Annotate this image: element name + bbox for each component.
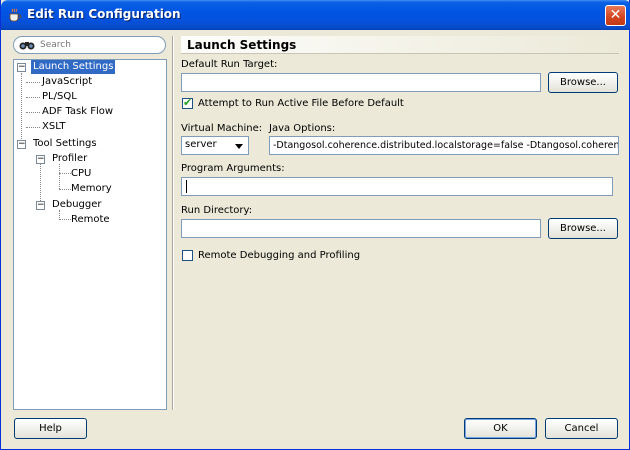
remote-debug-label: Remote Debugging and Profiling xyxy=(198,250,361,261)
close-button[interactable]: ✕ xyxy=(605,5,626,26)
default-run-target-field[interactable] xyxy=(181,73,541,92)
run-directory-label: Run Directory: xyxy=(181,205,253,216)
attempt-run-checkbox[interactable]: ✔ xyxy=(182,96,193,109)
binoculars-icon xyxy=(19,42,35,50)
checkmark-icon: ✔ xyxy=(183,96,193,109)
panel-splitter[interactable] xyxy=(172,36,174,410)
dropdown-arrow-icon xyxy=(235,144,243,149)
collapse-icon[interactable]: − xyxy=(36,155,45,164)
program-arguments-label: Program Arguments: xyxy=(181,163,285,174)
tree-item-label: Launch Settings xyxy=(31,60,116,74)
tree-line xyxy=(40,164,41,205)
ok-button[interactable]: OK xyxy=(464,418,537,439)
tree-line xyxy=(26,97,40,98)
cancel-button[interactable]: Cancel xyxy=(545,418,618,439)
browse-run-directory-button[interactable]: Browse... xyxy=(548,218,618,239)
edit-run-configuration-dialog: Edit Run Configuration ✕ − Launch xyxy=(0,0,630,450)
program-arguments-field[interactable] xyxy=(181,177,613,196)
tree-item-label: Debugger xyxy=(52,199,102,210)
tree-item-label: Memory xyxy=(71,183,112,194)
java-options-label: Java Options: xyxy=(269,123,336,134)
help-button[interactable]: Help xyxy=(14,418,87,439)
tree-line xyxy=(26,127,40,128)
tree-line xyxy=(21,73,22,143)
section-title: Launch Settings xyxy=(181,36,619,54)
tree-item-label: CPU xyxy=(71,168,92,179)
virtual-machine-select[interactable]: server xyxy=(181,136,249,155)
virtual-machine-value: server xyxy=(185,139,217,150)
tree-item-label: Remote xyxy=(71,214,110,225)
search-box[interactable] xyxy=(13,36,166,54)
close-icon: ✕ xyxy=(609,7,622,23)
tree-item-label: JavaScript xyxy=(42,76,93,87)
tree-item-label: Tool Settings xyxy=(33,138,97,149)
coffee-cup-icon xyxy=(9,8,22,22)
java-options-field[interactable]: -Dtangosol.coherence.distributed.localst… xyxy=(269,136,619,155)
collapse-icon[interactable]: − xyxy=(36,201,45,210)
collapse-icon[interactable]: − xyxy=(17,63,26,72)
collapse-icon[interactable]: − xyxy=(17,140,26,149)
tree-item-label: ADF Task Flow xyxy=(42,106,114,117)
default-run-target-label: Default Run Target: xyxy=(181,59,278,70)
tree-item-label: XSLT xyxy=(42,121,66,132)
settings-tree[interactable]: − Launch Settings JavaScript PL/SQL ADF … xyxy=(13,59,167,410)
title-bar[interactable]: Edit Run Configuration ✕ xyxy=(1,0,630,30)
tree-line xyxy=(26,82,40,83)
tree-line xyxy=(59,164,60,189)
tree-item-label: PL/SQL xyxy=(42,91,77,102)
run-directory-field[interactable] xyxy=(181,219,541,238)
browse-run-target-button[interactable]: Browse... xyxy=(548,72,618,93)
window-title: Edit Run Configuration xyxy=(27,7,181,21)
tree-line xyxy=(26,112,40,113)
text-caret xyxy=(186,180,187,193)
search-input[interactable] xyxy=(40,38,160,52)
tree-item-label: Profiler xyxy=(52,153,88,164)
remote-debug-checkbox[interactable] xyxy=(182,250,193,261)
attempt-run-label: Attempt to Run Active File Before Defaul… xyxy=(198,98,404,109)
virtual-machine-label: Virtual Machine: xyxy=(181,123,263,134)
